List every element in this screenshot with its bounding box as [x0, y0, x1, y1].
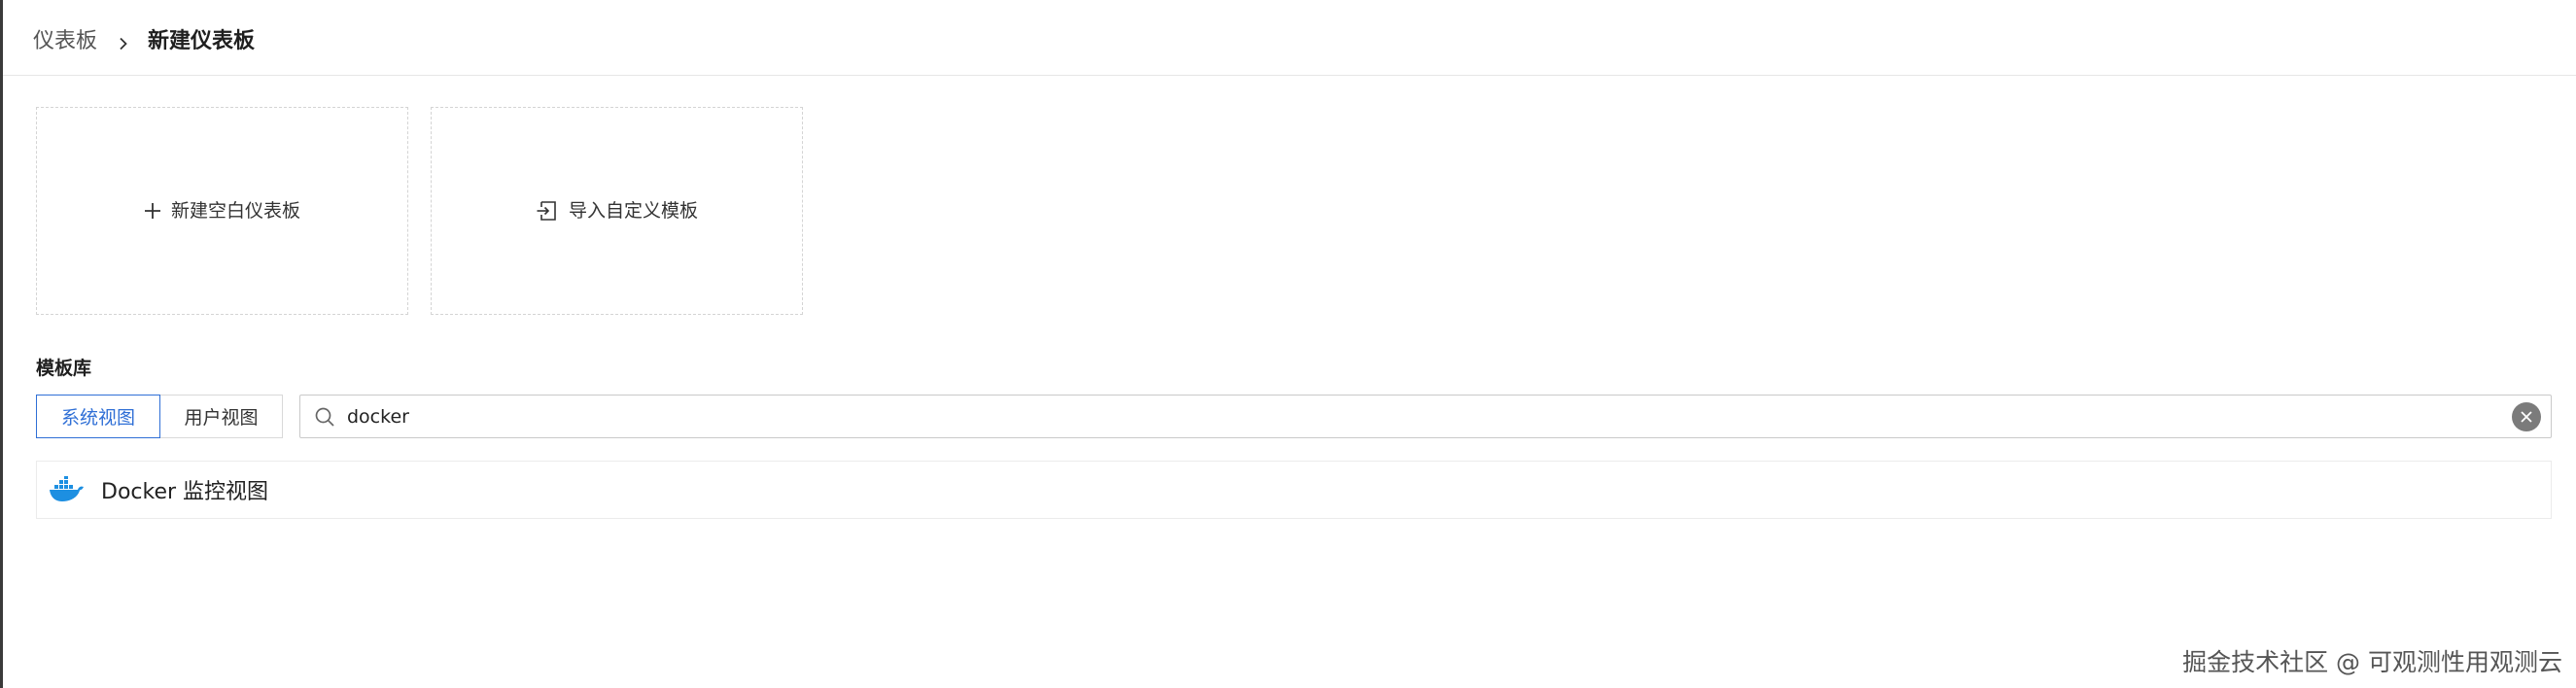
page-title: 新建仪表板 [148, 29, 256, 53]
search-input[interactable] [347, 405, 2512, 428]
import-custom-template-card[interactable]: 导入自定义模板 [431, 107, 803, 315]
tab-system-view[interactable]: 系统视图 [36, 395, 160, 438]
view-tabs: 系统视图 用户视图 [36, 395, 283, 438]
clear-search-button[interactable] [2512, 401, 2541, 431]
new-blank-dashboard-card[interactable]: 新建空白仪表板 [36, 107, 408, 315]
close-icon [2521, 410, 2532, 423]
chevron-right-icon [117, 32, 130, 51]
docker-icon [49, 476, 86, 503]
import-icon [536, 199, 559, 223]
tab-user-view[interactable]: 用户视图 [160, 395, 283, 438]
breadcrumb-dashboard-link[interactable]: 仪表板 [33, 23, 97, 54]
plus-icon [144, 202, 161, 220]
header: 仪表板 新建仪表板 [3, 0, 2576, 76]
search-icon [314, 406, 335, 428]
new-blank-dashboard-label: 新建空白仪表板 [170, 199, 300, 222]
create-options: 新建空白仪表板 导入自定义模板 [36, 107, 803, 315]
import-custom-template-label: 导入自定义模板 [568, 199, 698, 222]
template-library-title: 模板库 [36, 358, 92, 379]
list-item[interactable]: Docker 监控视图 [36, 461, 2552, 519]
search-box [299, 395, 2552, 438]
breadcrumb: 仪表板 新建仪表板 [33, 21, 255, 56]
page: 仪表板 新建仪表板 新建空白仪表板 导入自定义模板 模板库 系统视图 用户视图 … [0, 0, 2576, 688]
list-item-label: Docker 监控视图 [101, 480, 269, 504]
watermark-text: 掘金技术社区 @ 可观测性用观测云 [2182, 648, 2562, 676]
